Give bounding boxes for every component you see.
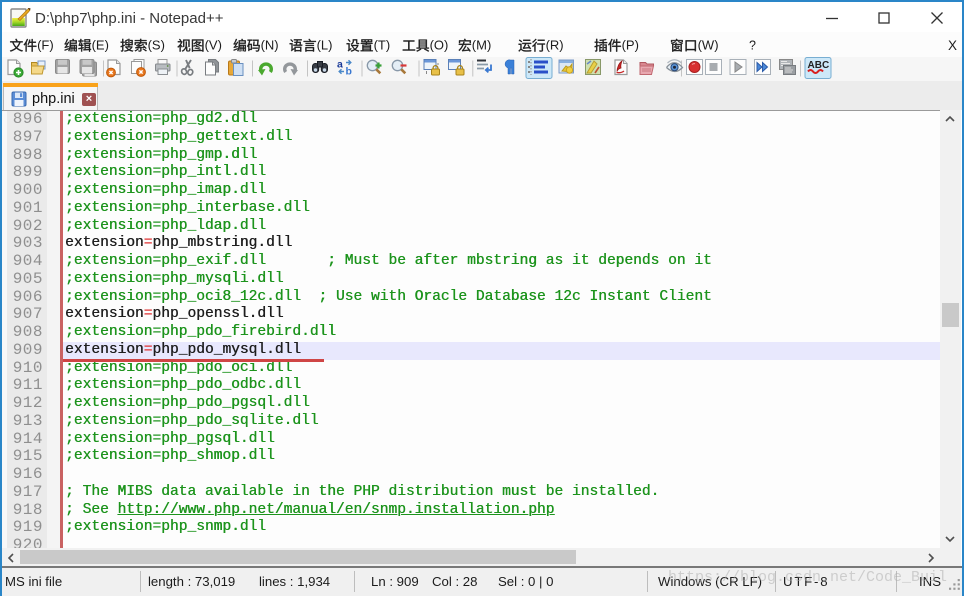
svg-text:(O): (O)	[430, 37, 449, 52]
svg-text:(V): (V)	[205, 37, 222, 52]
svg-text:(S): (S)	[148, 37, 165, 52]
svg-text:b: b	[346, 66, 352, 78]
svg-text:(P): (P)	[622, 37, 639, 52]
svg-text:(F): (F)	[37, 37, 54, 52]
svg-text:(N): (N)	[261, 37, 279, 52]
svg-text:(W): (W)	[698, 37, 719, 52]
svg-text:?: ?	[749, 38, 756, 52]
svg-text:X: X	[948, 38, 957, 53]
svg-text:(L): (L)	[317, 37, 333, 52]
svg-text:(R): (R)	[546, 37, 564, 52]
svg-text:(T): (T)	[374, 37, 391, 52]
svg-text:a: a	[337, 59, 343, 71]
svg-text:(E): (E)	[92, 37, 109, 52]
svg-text:(M): (M)	[472, 37, 492, 52]
